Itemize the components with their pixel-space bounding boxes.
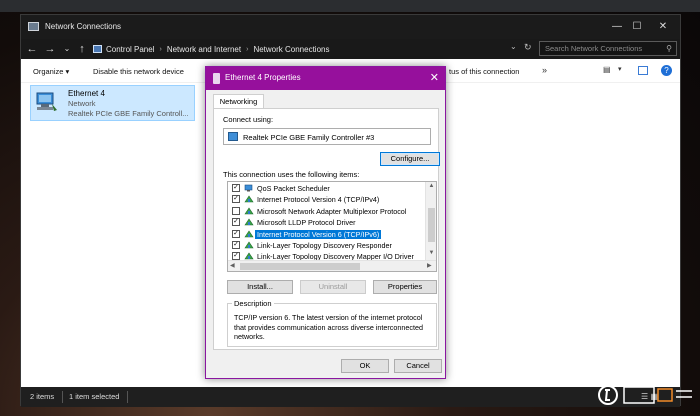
scroll-right-arrow-icon[interactable]: ▶ bbox=[427, 262, 432, 269]
list-item-label: Internet Protocol Version 4 (TCP/IPv4) bbox=[257, 195, 380, 205]
maximize-button[interactable]: ☐ bbox=[627, 19, 647, 35]
scroll-left-arrow-icon[interactable]: ◀ bbox=[230, 262, 235, 269]
uninstall-button[interactable]: Uninstall bbox=[300, 280, 366, 294]
description-legend: Description bbox=[232, 299, 274, 308]
item-checkbox[interactable]: ✓ bbox=[232, 184, 240, 192]
address-dropdown-button[interactable]: ⌄ bbox=[510, 42, 517, 51]
view-status-button[interactable]: tus of this connection bbox=[449, 67, 519, 76]
dialog-title: Ethernet 4 Properties bbox=[225, 73, 301, 82]
breadcrumb-network-connections[interactable]: Network Connections bbox=[253, 45, 329, 54]
properties-button[interactable]: Properties bbox=[373, 280, 437, 294]
install-button[interactable]: Install... bbox=[227, 280, 293, 294]
list-item[interactable]: Microsoft Network Adapter Multiplexor Pr… bbox=[228, 206, 426, 217]
breadcrumb-separator[interactable]: › bbox=[246, 46, 248, 53]
ok-button[interactable]: OK bbox=[341, 359, 389, 373]
dialog-close-button[interactable]: ✕ bbox=[430, 71, 439, 84]
description-group: Description TCP/IP version 6. The latest… bbox=[227, 299, 437, 347]
adapter-field: Realtek PCIe GBE Family Controller #3 bbox=[223, 128, 431, 145]
scrollbar-thumb[interactable] bbox=[240, 263, 360, 270]
item-checkbox[interactable]: ✓ bbox=[232, 195, 240, 204]
adapter-device: Realtek PCIe GBE Family Controll... bbox=[68, 109, 189, 118]
tab-networking[interactable]: Networking bbox=[213, 94, 264, 109]
list-item[interactable]: ✓ Microsoft LLDP Protocol Driver bbox=[228, 217, 426, 228]
properties-dialog: Ethernet 4 Properties ✕ Networking Conne… bbox=[205, 66, 446, 379]
list-item[interactable]: ✓ Internet Protocol Version 6 (TCP/IPv6) bbox=[228, 228, 426, 240]
protocol-icon bbox=[244, 241, 254, 249]
help-icon[interactable]: ? bbox=[661, 65, 672, 76]
list-item-label: QoS Packet Scheduler bbox=[257, 184, 330, 193]
protocol-icon bbox=[244, 207, 254, 215]
protocol-icon bbox=[244, 195, 254, 203]
list-item-label: Link-Layer Topology Discovery Responder bbox=[257, 241, 392, 250]
horizontal-scrollbar[interactable]: ◀ ▶ bbox=[228, 260, 436, 271]
list-item[interactable]: ✓ Link-Layer Topology Discovery Responder bbox=[228, 240, 426, 251]
scroll-down-arrow-icon[interactable]: ▼ bbox=[426, 250, 436, 256]
list-item-label: Internet Protocol Version 6 (TCP/IPv6) bbox=[253, 228, 383, 240]
close-button[interactable]: ✕ bbox=[653, 19, 673, 35]
control-panel-icon bbox=[93, 45, 102, 53]
item-count: 2 items bbox=[30, 392, 55, 401]
breadcrumb-network-and-internet[interactable]: Network and Internet bbox=[167, 45, 241, 54]
forward-button[interactable]: → bbox=[43, 41, 57, 57]
list-item-label: Microsoft LLDP Protocol Driver bbox=[257, 218, 356, 228]
breadcrumb: Control Panel › Network and Internet › N… bbox=[93, 43, 329, 55]
description-text: TCP/IP version 6. The latest version of … bbox=[234, 313, 423, 341]
network-adapter-icon bbox=[36, 92, 57, 111]
adapter-ethernet-4[interactable]: Ethernet 4 Network Realtek PCIe GBE Fami… bbox=[30, 85, 195, 121]
minimize-button[interactable]: — bbox=[607, 19, 627, 35]
list-item[interactable]: ✓ QoS Packet Scheduler bbox=[228, 183, 426, 194]
view-dropdown-button[interactable]: ▾ bbox=[618, 65, 622, 73]
ethernet-cable-icon bbox=[213, 73, 220, 84]
back-button[interactable]: ← bbox=[25, 41, 39, 57]
item-checkbox[interactable]: ✓ bbox=[232, 229, 240, 238]
dialog-title-bar: Ethernet 4 Properties ✕ bbox=[206, 67, 445, 90]
recent-locations-button[interactable]: ⌄ bbox=[60, 41, 74, 57]
protocol-icon bbox=[244, 218, 254, 226]
items-label: This connection uses the following items… bbox=[223, 170, 360, 179]
scroll-up-arrow-icon[interactable]: ▲ bbox=[426, 183, 436, 189]
search-icon: ⚲ bbox=[666, 44, 672, 53]
disable-device-button[interactable]: Disable this network device bbox=[93, 67, 184, 76]
status-divider bbox=[62, 391, 63, 403]
search-input[interactable]: Search Network Connections ⚲ bbox=[539, 41, 677, 56]
change-view-icon[interactable]: ▤ bbox=[603, 65, 611, 74]
up-button[interactable]: ↑ bbox=[75, 41, 89, 57]
watermark-logo bbox=[598, 385, 692, 405]
network-card-icon bbox=[228, 132, 238, 141]
adapter-field-text: Realtek PCIe GBE Family Controller #3 bbox=[243, 133, 375, 142]
adapter-name: Ethernet 4 bbox=[68, 89, 105, 98]
list-item[interactable]: ✓ Internet Protocol Version 4 (TCP/IPv4) bbox=[228, 194, 426, 205]
preview-pane-icon[interactable] bbox=[638, 66, 648, 75]
breadcrumb-separator[interactable]: › bbox=[159, 46, 161, 53]
item-checkbox[interactable] bbox=[232, 206, 240, 215]
window-title: Network Connections bbox=[45, 22, 122, 31]
protocol-icon bbox=[244, 230, 254, 237]
organize-menu[interactable]: Organize ▾ bbox=[33, 67, 69, 76]
item-checkbox[interactable]: ✓ bbox=[232, 218, 240, 227]
item-checkbox[interactable]: ✓ bbox=[232, 241, 240, 249]
breadcrumb-control-panel[interactable]: Control Panel bbox=[106, 45, 154, 54]
title-bar: Network Connections — ☐ ✕ bbox=[21, 15, 680, 39]
status-bar: 2 items 1 item selected ☰ ▦ bbox=[21, 387, 680, 407]
search-placeholder: Search Network Connections bbox=[545, 44, 643, 53]
network-folder-icon bbox=[28, 22, 39, 31]
cancel-button[interactable]: Cancel bbox=[394, 359, 442, 373]
status-divider bbox=[127, 391, 128, 403]
scrollbar-thumb[interactable] bbox=[428, 208, 435, 242]
vertical-scrollbar[interactable]: ▲ ▼ bbox=[425, 182, 436, 261]
address-bar: ← → ⌄ ↑ Control Panel › Network and Inte… bbox=[21, 39, 680, 59]
selection-count: 1 item selected bbox=[69, 392, 120, 401]
list-item-label: Microsoft Network Adapter Multiplexor Pr… bbox=[257, 206, 407, 216]
scheduler-icon bbox=[244, 184, 253, 192]
components-list: ✓ Link-Layer Topology Discovery Mapper I/… bbox=[227, 181, 437, 272]
configure-button[interactable]: Configure... bbox=[380, 152, 440, 166]
refresh-button[interactable]: ↻ bbox=[524, 42, 532, 53]
networking-panel: Connect using: Realtek PCIe GBE Family C… bbox=[213, 108, 440, 350]
connect-using-label: Connect using: bbox=[223, 115, 274, 124]
desktop-top-strip bbox=[0, 0, 700, 12]
more-commands-button[interactable]: » bbox=[542, 65, 547, 75]
adapter-network: Network bbox=[68, 99, 96, 108]
